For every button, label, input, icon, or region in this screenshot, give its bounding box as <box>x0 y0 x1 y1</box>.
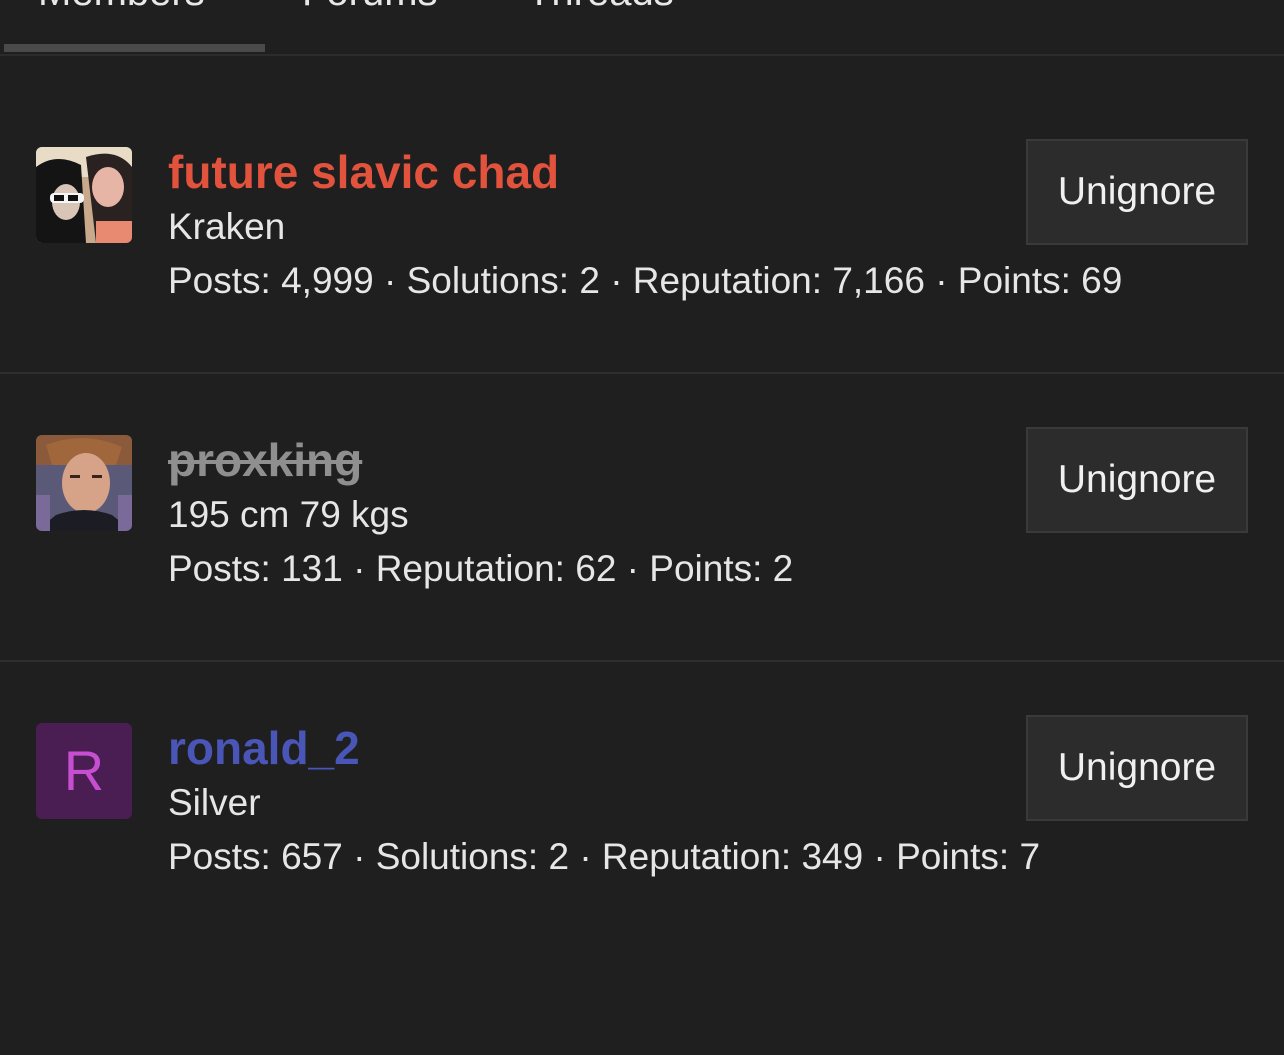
tab-bar: Members Forums Threads <box>0 0 1284 56</box>
tab-members[interactable]: Members <box>38 0 205 12</box>
member-stats: Posts: 131 · Reputation: 62 · Points: 2 <box>168 548 794 589</box>
tab-forums[interactable]: Forums <box>302 0 438 12</box>
unignore-button[interactable]: Unignore <box>1026 427 1248 533</box>
member-username[interactable]: future slavic chad <box>168 144 1122 200</box>
unignore-button[interactable]: Unignore <box>1026 715 1248 821</box>
unignore-button[interactable]: Unignore <box>1026 139 1248 245</box>
avatar[interactable] <box>36 435 132 531</box>
member-info: ronald_2 Silver Posts: 657 · Solutions: … <box>168 720 1040 880</box>
member-row: R ronald_2 Silver Posts: 657 · Solutions… <box>0 662 1284 950</box>
member-stats: Posts: 4,999 · Solutions: 2 · Reputation… <box>168 260 1123 301</box>
member-row: proxking 195 cm 79 kgs Posts: 131 · Repu… <box>0 374 1284 662</box>
tab-threads[interactable]: Threads <box>527 0 674 12</box>
member-username[interactable]: proxking <box>168 432 793 488</box>
avatar[interactable] <box>36 147 132 243</box>
member-title: Silver <box>168 782 261 823</box>
avatar[interactable]: R <box>36 723 132 819</box>
ignored-members-list: future slavic chad Kraken Posts: 4,999 ·… <box>0 86 1284 950</box>
member-username[interactable]: ronald_2 <box>168 720 1040 776</box>
member-title: Kraken <box>168 206 286 247</box>
avatar-photo <box>36 435 132 531</box>
member-stats: Posts: 657 · Solutions: 2 · Reputation: … <box>168 836 1041 877</box>
member-info: proxking 195 cm 79 kgs Posts: 131 · Repu… <box>168 432 793 592</box>
member-row: future slavic chad Kraken Posts: 4,999 ·… <box>0 86 1284 374</box>
member-info: future slavic chad Kraken Posts: 4,999 ·… <box>168 144 1122 304</box>
active-tab-indicator <box>4 44 265 52</box>
ignored-members-page: Members Forums Threads <box>0 0 1284 1055</box>
avatar-photo <box>36 147 132 243</box>
member-title: 195 cm 79 kgs <box>168 494 409 535</box>
